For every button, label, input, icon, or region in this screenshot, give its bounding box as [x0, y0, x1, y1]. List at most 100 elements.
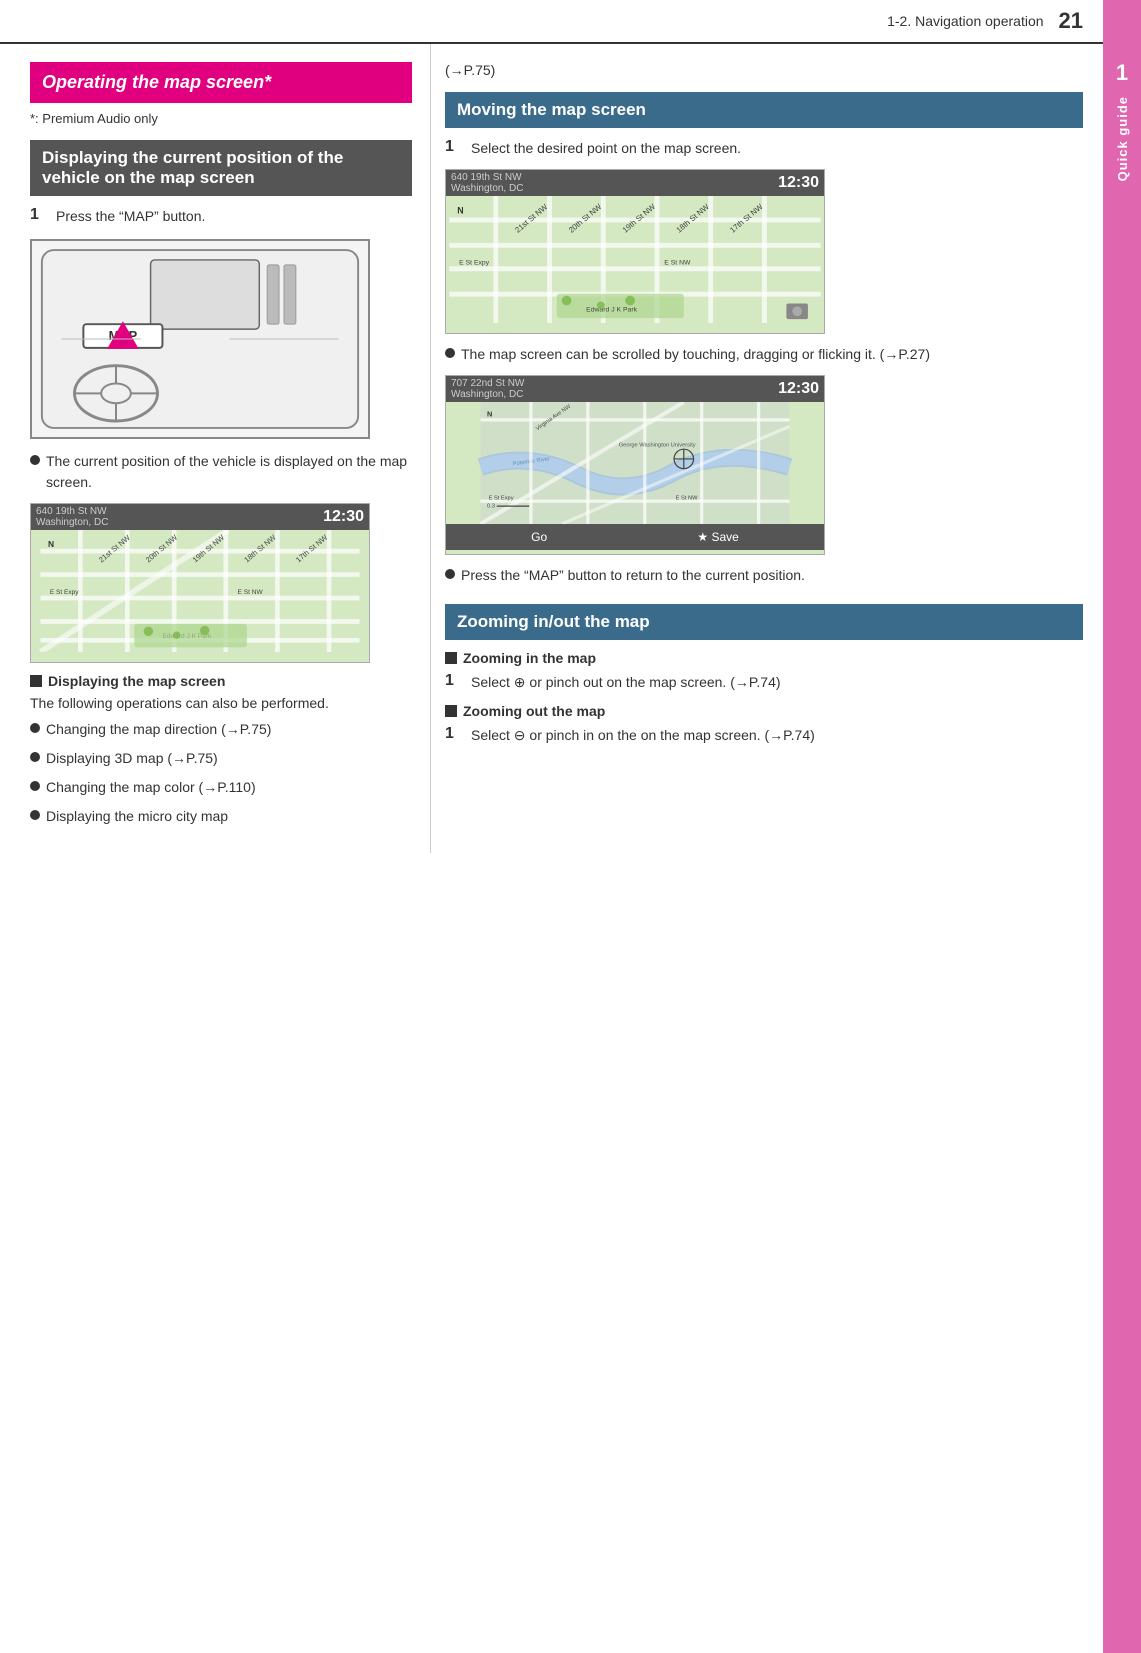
mini-map-1-city: Washington, DC — [36, 517, 108, 528]
mini-map-3-bottom-bar: Go ★ Save — [446, 524, 824, 550]
right-col: (→P.75) Moving the map screen 1 Select t… — [430, 44, 1103, 853]
car-interior-svg: MAP — [32, 239, 368, 439]
bullet-dot-5 — [30, 810, 40, 820]
bullet-3d-map: Displaying 3D map (→P.75) — [30, 748, 412, 769]
mini-map-1-street: 640 19th St NW — [36, 506, 108, 517]
mini-map-3-addr-block: 707 22nd St NW Washington, DC — [451, 378, 524, 400]
bullet-map-color: Changing the map color (→P.110) — [30, 777, 412, 798]
zoom-out-sub: Zooming out the map — [445, 703, 1083, 719]
mini-map-1-header: 640 19th St NW Washington, DC 12:30 — [31, 504, 369, 530]
svg-text:E St NW: E St NW — [664, 259, 691, 266]
zoom-in-label: Zooming in the map — [463, 650, 596, 666]
right-step1-num: 1 — [445, 138, 463, 156]
go-label: Go — [531, 530, 547, 544]
bullet-micro-text: Displaying the micro city map — [46, 806, 228, 827]
bullet-direction-text: Changing the map direction (→P.75) — [46, 719, 271, 740]
moving-map-heading: Moving the map screen — [445, 92, 1083, 128]
zoom-in-sub: Zooming in the map — [445, 650, 1083, 666]
right-sidebar: 1 Quick guide — [1103, 0, 1141, 1653]
mini-map-2-time: 12:30 — [778, 174, 819, 192]
bullet-current-position-text: The current position of the vehicle is d… — [46, 451, 412, 493]
svg-text:George Washington University: George Washington University — [619, 443, 696, 449]
mini-map-1-time: 12:30 — [323, 508, 364, 526]
map-button-illustration: MAP — [30, 239, 370, 439]
sidebar-label: Quick guide — [1115, 96, 1130, 181]
svg-text:E St Expy: E St Expy — [459, 259, 490, 266]
mini-map-2-city: Washington, DC — [451, 183, 523, 194]
bullet-current-position: The current position of the vehicle is d… — [30, 451, 412, 493]
bullet-micro-city: Displaying the micro city map — [30, 806, 412, 827]
bullet-dot-2 — [30, 723, 40, 733]
bullet-scroll-text: The map screen can be scrolled by touchi… — [461, 344, 930, 365]
road-svg-1: 21st St NW 20th St NW 19th St NW 18th St… — [31, 530, 369, 652]
mini-map-3-street: 707 22nd St NW — [451, 378, 524, 389]
bullet-scroll: The map screen can be scrolled by touchi… — [445, 344, 1083, 365]
following-text: The following operations can also be per… — [30, 695, 412, 711]
right-step1-line: 1 Select the desired point on the map sc… — [445, 138, 1083, 159]
svg-text:E St NW: E St NW — [238, 589, 264, 596]
ref-link: (→P.75) — [445, 62, 1083, 78]
bullet-dot-scroll — [445, 348, 455, 358]
zoom-in-step-text: Select ⊕ or pinch out on the map screen.… — [471, 672, 781, 693]
mini-map-2: 640 19th St NW Washington, DC 12:30 — [445, 169, 825, 334]
bullet-dot-4 — [30, 781, 40, 791]
page-header: 1-2. Navigation operation 21 — [0, 0, 1103, 44]
mini-map-1: 640 19th St NW Washington, DC 12:30 — [30, 503, 370, 663]
operating-map-heading: Operating the map screen* — [30, 62, 412, 103]
bullet-color-text: Changing the map color (→P.110) — [46, 777, 256, 798]
bullet-map-return: Press the “MAP” button to return to the … — [445, 565, 1083, 586]
sub-heading-square-zoom-in — [445, 652, 457, 664]
displaying-map-screen-label: Displaying the map screen — [48, 673, 225, 689]
bullet-dot-3 — [30, 752, 40, 762]
mini-map-1-body: 21st St NW 20th St NW 19th St NW 18th St… — [31, 530, 369, 652]
svg-text:N: N — [48, 539, 54, 549]
mini-map-3-header: 707 22nd St NW Washington, DC 12:30 — [446, 376, 824, 402]
premium-audio-note: *: Premium Audio only — [30, 111, 412, 126]
road-svg-2: 21st St NW 20th St NW 19th St NW 18th St… — [446, 196, 824, 323]
zoom-in-step-num: 1 — [445, 672, 463, 690]
sub-heading-square-zoom-out — [445, 705, 457, 717]
svg-text:E St Expy: E St Expy — [50, 589, 79, 596]
mini-map-2-addr-block: 640 19th St NW Washington, DC — [451, 172, 523, 194]
road-svg-3: Potomac River Virgini — [446, 402, 824, 524]
zoom-out-step-num: 1 — [445, 725, 463, 743]
mini-map-2-header: 640 19th St NW Washington, DC 12:30 — [446, 170, 824, 196]
bullet-changing-direction: Changing the map direction (→P.75) — [30, 719, 412, 740]
mini-map-3: 707 22nd St NW Washington, DC 12:30 Poto… — [445, 375, 825, 555]
header-page-num: 21 — [1059, 8, 1083, 34]
zooming-heading: Zooming in/out the map — [445, 604, 1083, 640]
sub-heading-square — [30, 675, 42, 687]
mini-map-2-body: 21st St NW 20th St NW 19th St NW 18th St… — [446, 196, 824, 323]
sidebar-number: 1 — [1116, 60, 1128, 86]
mini-map-1-addr-block: 640 19th St NW Washington, DC — [36, 506, 108, 528]
main-content: 1-2. Navigation operation 21 Operating t… — [0, 0, 1103, 1653]
right-step1-text: Select the desired point on the map scre… — [471, 138, 741, 159]
step1-line: 1 Press the “MAP” button. — [30, 206, 412, 227]
mini-map-2-street: 640 19th St NW — [451, 172, 523, 183]
svg-text:N: N — [487, 410, 492, 419]
page-container: 1-2. Navigation operation 21 Operating t… — [0, 0, 1141, 1653]
svg-text:E St Expy: E St Expy — [489, 496, 514, 502]
mini-map-3-body: Potomac River Virgini — [446, 402, 824, 524]
bullet-map-return-text: Press the “MAP” button to return to the … — [461, 565, 805, 586]
save-label: ★ Save — [697, 530, 738, 544]
mini-map-3-city: Washington, DC — [451, 389, 524, 400]
zoom-out-step-line: 1 Select ⊖ or pinch in on the on the map… — [445, 725, 1083, 746]
left-col: Operating the map screen* *: Premium Aud… — [0, 44, 430, 853]
step1-num: 1 — [30, 206, 48, 224]
displaying-position-heading: Displaying the current position of the v… — [30, 140, 412, 196]
header-section-title: 1-2. Navigation operation — [887, 13, 1043, 29]
bullet-3d-text: Displaying 3D map (→P.75) — [46, 748, 218, 769]
bullet-dot-map-return — [445, 569, 455, 579]
svg-text:Edward J K Park: Edward J K Park — [586, 306, 637, 313]
svg-text:E St NW: E St NW — [676, 496, 698, 502]
bullet-dot — [30, 455, 40, 465]
step1-text: Press the “MAP” button. — [56, 206, 205, 227]
zoom-out-label: Zooming out the map — [463, 703, 605, 719]
mini-map-3-time: 12:30 — [778, 380, 819, 398]
displaying-map-screen-sub: Displaying the map screen — [30, 673, 412, 689]
svg-text:N: N — [457, 206, 463, 216]
columns: Operating the map screen* *: Premium Aud… — [0, 44, 1103, 853]
zoom-out-step-text: Select ⊖ or pinch in on the on the map s… — [471, 725, 815, 746]
svg-text:0.3: 0.3 — [487, 504, 495, 510]
